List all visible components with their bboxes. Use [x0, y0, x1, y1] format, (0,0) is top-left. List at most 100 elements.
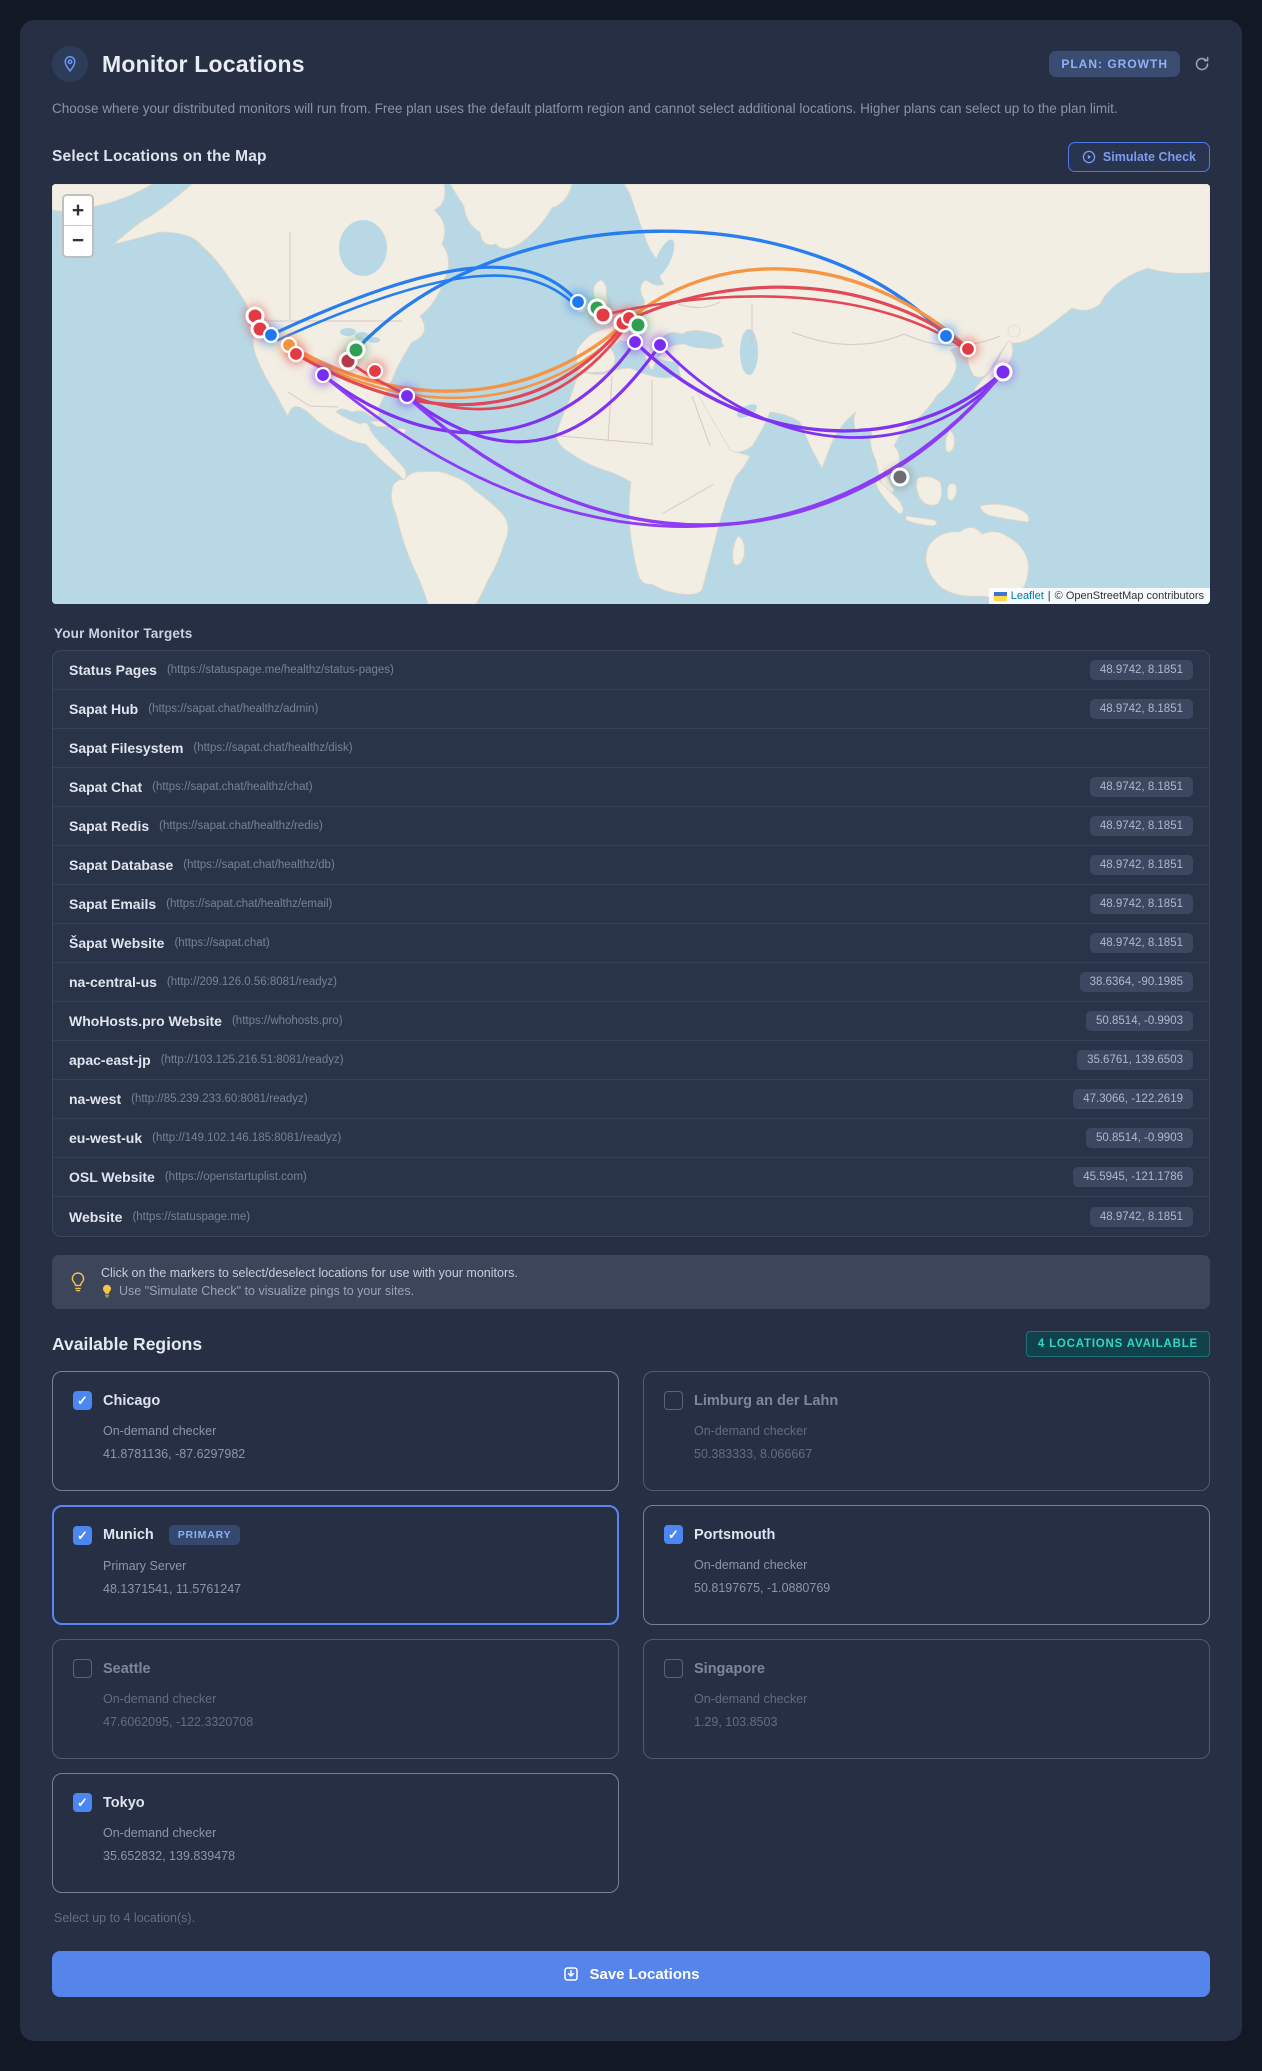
region-type: Primary Server: [103, 1559, 187, 1574]
region-card-singapore[interactable]: ✓ Singapore On-demand checker 1.29, 103.…: [643, 1639, 1210, 1760]
region-card-tokyo[interactable]: ✓ Tokyo On-demand checker 35.652832, 139…: [52, 1773, 619, 1894]
plan-badge: PLAN: GROWTH: [1049, 51, 1180, 77]
target-name: Sapat Chat: [69, 779, 143, 796]
zoom-out-button[interactable]: −: [64, 226, 92, 257]
region-name: Chicago: [103, 1392, 161, 1409]
bulb-emoji-icon: [103, 1285, 111, 1298]
target-url: (https://sapat.chat/healthz/disk): [193, 742, 353, 755]
target-name: Šapat Website: [69, 935, 165, 952]
location-marker[interactable]: [890, 467, 910, 487]
target-url: (https://statuspage.me): [132, 1210, 251, 1223]
location-marker[interactable]: [366, 363, 384, 380]
monitor-targets-list: Status Pages (https://statuspage.me/healt…: [52, 650, 1210, 1238]
target-coordinates-badge: 48.9742, 8.1851: [1089, 816, 1193, 837]
table-row: Sapat Hub (https://sapat.chat/healthz/adm…: [53, 690, 1209, 730]
region-type: On-demand checker: [103, 1826, 217, 1841]
checkbox[interactable]: ✓: [73, 1659, 92, 1679]
target-url: (https://sapat.chat): [174, 937, 270, 950]
target-coordinates-badge: 50.8514, -0.9903: [1086, 1128, 1193, 1149]
check-icon: ✓: [77, 1393, 88, 1409]
primary-badge: PRIMARY: [168, 1525, 241, 1546]
target-name: Sapat Emails: [69, 896, 157, 913]
page-title: Monitor Locations: [102, 50, 305, 77]
location-marker[interactable]: [398, 388, 416, 405]
target-url: (https://sapat.chat/healthz/db): [183, 859, 335, 872]
location-marker[interactable]: [593, 305, 613, 325]
target-url: (https://sapat.chat/healthz/redis): [159, 820, 323, 833]
tip-box: Click on the markers to select/deselect …: [52, 1255, 1210, 1310]
checkbox[interactable]: ✓: [73, 1793, 92, 1813]
target-coordinates-badge: 38.6364, -90.1985: [1079, 972, 1193, 993]
target-name: OSL Website: [69, 1169, 155, 1186]
location-marker[interactable]: [626, 334, 644, 351]
check-icon: ✓: [77, 1795, 88, 1811]
target-coordinates-badge: 48.9742, 8.1851: [1089, 894, 1193, 915]
target-name: Sapat Hub: [69, 701, 139, 718]
target-name: eu-west-uk: [69, 1130, 143, 1147]
region-coordinates: 35.652832, 139.839478: [103, 1849, 236, 1864]
target-name: Sapat Filesystem: [69, 740, 184, 757]
target-url: (http://149.102.146.185:8081/readyz): [152, 1132, 342, 1145]
location-marker[interactable]: [628, 315, 648, 335]
target-name: Website: [69, 1208, 123, 1225]
target-coordinates-badge: 48.9742, 8.1851: [1089, 855, 1193, 876]
location-marker[interactable]: [993, 362, 1013, 382]
region-card-limburg[interactable]: ✓ Limburg an der Lahn On-demand checker …: [643, 1371, 1210, 1492]
tip-line-1: Click on the markers to select/deselect …: [101, 1266, 518, 1281]
header: Monitor Locations PLAN: GROWTH: [52, 46, 1210, 82]
location-marker[interactable]: [314, 367, 332, 384]
targets-heading: Your Monitor Targets: [54, 626, 193, 642]
table-row: WhoHosts.pro Website (https://whohosts.pr…: [53, 1002, 1209, 1042]
location-marker[interactable]: [346, 340, 366, 360]
map-attribution: Leaflet | © OpenStreetMap contributors: [988, 588, 1210, 605]
checkbox[interactable]: ✓: [664, 1391, 683, 1411]
map-section-title: Select Locations on the Map: [52, 148, 267, 166]
location-marker[interactable]: [569, 294, 587, 311]
table-row: na-west (http://85.239.233.60:8081/readyz…: [53, 1080, 1209, 1120]
region-name: Seattle: [103, 1660, 151, 1677]
location-marker[interactable]: [959, 341, 977, 358]
target-url: (http://85.239.233.60:8081/readyz): [131, 1093, 308, 1106]
checkbox[interactable]: ✓: [664, 1525, 683, 1545]
region-coordinates: 48.1371541, 11.5761247: [103, 1582, 242, 1597]
target-coordinates-badge: 35.6761, 139.6503: [1077, 1050, 1193, 1071]
selection-limit-note: Select up to 4 location(s).: [54, 1911, 196, 1926]
region-name: Limburg an der Lahn: [694, 1392, 839, 1409]
table-row: OSL Website (https://openstartuplist.com)…: [53, 1158, 1209, 1198]
checkbox[interactable]: ✓: [664, 1659, 683, 1679]
region-name: Munich: [103, 1527, 154, 1544]
target-coordinates-badge: 47.3066, -122.2619: [1073, 1089, 1193, 1110]
location-marker[interactable]: [287, 346, 305, 363]
target-url: (https://sapat.chat/healthz/email): [166, 898, 333, 911]
region-card-portsmouth[interactable]: ✓ Portsmouth On-demand checker 50.819767…: [643, 1505, 1210, 1626]
play-circle-icon: [1082, 151, 1096, 164]
checkbox[interactable]: ✓: [73, 1391, 92, 1411]
save-locations-button[interactable]: Save Locations: [52, 1951, 1210, 1998]
region-card-seattle[interactable]: ✓ Seattle On-demand checker 47.6062095, …: [52, 1639, 619, 1760]
region-type: On-demand checker: [694, 1692, 808, 1707]
table-row: Status Pages (https://statuspage.me/healt…: [53, 651, 1209, 691]
region-type: On-demand checker: [694, 1558, 808, 1573]
region-type: On-demand checker: [103, 1424, 217, 1439]
checkbox[interactable]: ✓: [73, 1525, 92, 1545]
table-row: Sapat Chat (https://sapat.chat/healthz/ch…: [53, 768, 1209, 808]
location-marker[interactable]: [937, 328, 955, 345]
zoom-in-button[interactable]: +: [64, 196, 92, 227]
leaflet-link[interactable]: Leaflet: [1011, 590, 1044, 602]
target-name: apac-east-jp: [69, 1052, 151, 1069]
target-name: Sapat Database: [69, 857, 174, 874]
tip-line-2: Use "Simulate Check" to visualize pings …: [119, 1284, 415, 1299]
target-coordinates-badge: 48.9742, 8.1851: [1089, 933, 1193, 954]
simulate-check-label: Simulate Check: [1102, 150, 1196, 165]
target-coordinates-badge: 45.5945, -121.1786: [1073, 1167, 1193, 1188]
location-marker[interactable]: [262, 327, 280, 344]
simulate-check-button[interactable]: Simulate Check: [1067, 142, 1210, 173]
location-marker[interactable]: [651, 337, 669, 354]
attribution-separator: |: [1047, 590, 1051, 603]
region-name: Portsmouth: [694, 1526, 776, 1543]
table-row: Website (https://statuspage.me) 48.9742, 8…: [53, 1197, 1209, 1236]
region-card-munich[interactable]: ✓ Munich PRIMARY Primary Server 48.13715…: [52, 1505, 619, 1626]
region-card-chicago[interactable]: ✓ Chicago On-demand checker 41.8781136, …: [52, 1371, 619, 1492]
world-map[interactable]: + − Leaflet | © OpenStreetMap contributo…: [52, 184, 1210, 605]
refresh-icon[interactable]: [1194, 56, 1210, 72]
